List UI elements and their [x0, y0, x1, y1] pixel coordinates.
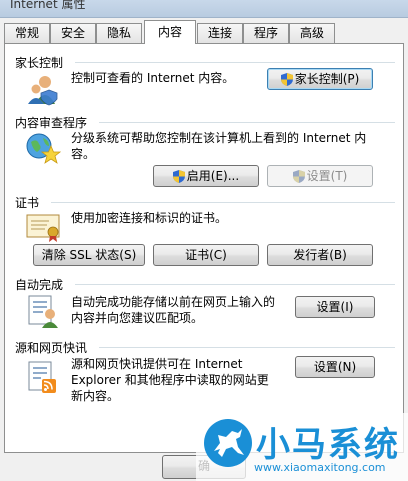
certificate-icon [26, 214, 60, 242]
parental-controls-button-label: 家长控制(P) [294, 72, 360, 86]
content-advisor-enable-label: 启用(E)... [186, 169, 240, 183]
feeds-heading: 源和网页快讯 [15, 341, 88, 355]
parental-controls-description: 控制可查看的 Internet 内容。 [71, 71, 235, 85]
tab-security[interactable]: 安全 [50, 23, 96, 43]
content-advisor-heading: 内容审查程序 [15, 116, 88, 130]
tab-connections[interactable]: 连接 [197, 23, 243, 43]
tab-general[interactable]: 常规 [4, 23, 50, 43]
parental-controls-button[interactable]: 家长控制(P) [267, 68, 373, 90]
watermark: 小马系统 www.xiaomaxitong.com [196, 405, 408, 481]
parental-controls-heading: 家长控制 [15, 56, 64, 70]
horse-logo-icon [204, 419, 252, 467]
clear-ssl-state-button[interactable]: 清除 SSL 状态(S) [33, 244, 145, 266]
tab-programs[interactable]: 程序 [243, 23, 289, 43]
group-divider [99, 347, 395, 348]
feeds-icon [28, 361, 56, 393]
content-advisor-settings-label: 设置(T) [306, 169, 348, 183]
tab-advanced[interactable]: 高级 [289, 23, 335, 43]
content-tab-panel: 家长控制 控制可查看的 Internet 内容。 家长控制(P) 内容审查程序 … [4, 43, 404, 453]
tab-strip: 常规 安全 隐私 内容 连接 程序 高级 [4, 20, 404, 44]
certificates-button[interactable]: 证书(C) [153, 244, 259, 266]
autocomplete-description: 自动完成功能存储以前在网页上输入的内容并向您建议匹配项。 [71, 295, 276, 325]
group-divider [75, 62, 395, 63]
uac-shield-icon [292, 170, 305, 183]
window-titlebar[interactable]: Internet 属性 [0, 0, 408, 18]
window-title: Internet 属性 [10, 0, 86, 11]
autocomplete-icon [28, 295, 58, 328]
publishers-button[interactable]: 发行者(B) [267, 244, 373, 266]
watermark-title: 小马系统 [256, 425, 400, 465]
autocomplete-settings-button[interactable]: 设置(I) [295, 296, 375, 318]
autocomplete-heading: 自动完成 [15, 278, 64, 292]
tab-content[interactable]: 内容 [144, 20, 196, 44]
watermark-url: www.xiaomaxitong.com [254, 461, 386, 474]
certificates-heading: 证书 [15, 196, 40, 210]
content-advisor-enable-button[interactable]: 启用(E)... [153, 165, 259, 187]
uac-shield-icon [172, 170, 185, 183]
content-advisor-settings-button[interactable]: 设置(T) [267, 165, 373, 187]
parental-controls-icon [28, 76, 58, 106]
uac-shield-icon [280, 73, 293, 86]
feeds-settings-button[interactable]: 设置(N) [295, 356, 375, 378]
content-advisor-description: 分级系统可帮助您控制在该计算机上看到的 Internet 内容。 [71, 131, 367, 161]
feeds-description: 源和网页快讯提供可在 Internet Explorer 和其他程序中读取的网站… [71, 357, 269, 403]
content-advisor-icon [26, 133, 61, 164]
group-divider [75, 284, 395, 285]
group-divider [51, 202, 395, 203]
tab-privacy[interactable]: 隐私 [96, 23, 142, 43]
group-divider [99, 122, 395, 123]
certificates-description: 使用加密连接和标识的证书。 [71, 211, 228, 225]
